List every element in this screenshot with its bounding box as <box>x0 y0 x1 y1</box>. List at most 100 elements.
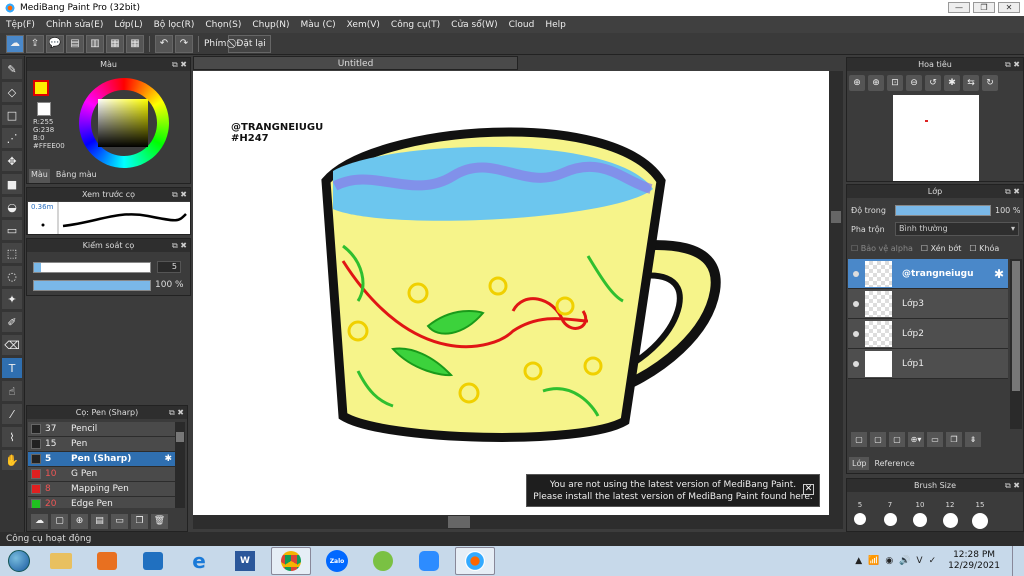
dot-tool-icon[interactable]: ⋰ <box>2 128 22 148</box>
reset-button[interactable]: ⃠Đặt lại <box>228 34 271 53</box>
foreground-color-swatch[interactable] <box>33 80 49 96</box>
menu-snap[interactable]: Chụp(N) <box>252 20 289 30</box>
brush-settings-icon[interactable]: ▤ <box>91 513 108 529</box>
menu-view[interactable]: Xem(V) <box>347 20 380 30</box>
zoom-icon[interactable] <box>409 547 449 575</box>
eyedropper-tool-icon[interactable]: ⌇ <box>2 427 22 447</box>
undo-icon[interactable]: ↶ <box>155 34 173 53</box>
panel-buttons[interactable]: ⧉ ✖ <box>1005 185 1020 198</box>
ime-icon[interactable]: ✓ <box>929 556 937 566</box>
layer-settings-gear-icon[interactable]: ✱ <box>994 267 1004 281</box>
clipping-checkbox[interactable]: ☐ Xén bớt <box>921 244 961 253</box>
media-player-icon[interactable] <box>87 547 127 575</box>
tab-reference[interactable]: Reference <box>871 457 917 470</box>
bucket-tool-icon[interactable]: ◒ <box>2 197 22 217</box>
new-layer-3-icon[interactable]: ▢ <box>889 432 905 447</box>
menu-select[interactable]: Chọn(S) <box>205 20 241 30</box>
explorer-icon[interactable] <box>41 547 81 575</box>
add-layer-menu-icon[interactable]: ⊕▾ <box>908 432 924 447</box>
brush-tool-icon[interactable]: ✎ <box>2 59 22 79</box>
canvas-vertical-scrollbar[interactable] <box>829 71 843 515</box>
brush-size-option[interactable]: 7 <box>881 501 899 529</box>
brush-item[interactable]: 10 G Pen <box>28 467 175 482</box>
fill-rect-tool-icon[interactable]: ■ <box>2 174 22 194</box>
word-icon[interactable]: W <box>225 547 265 575</box>
menu-layer[interactable]: Lớp(L) <box>114 20 142 30</box>
protect-alpha-checkbox[interactable]: ☐ Bảo vệ alpha <box>851 244 913 253</box>
brush-cloud-icon[interactable]: ☁ <box>31 513 48 529</box>
panel-buttons[interactable]: ⧉ ✖ <box>172 58 187 71</box>
network-icon[interactable]: 📶 <box>868 556 879 566</box>
grid-icon[interactable]: ▦ <box>126 34 144 53</box>
fit-icon[interactable]: ⊡ <box>887 75 903 91</box>
menu-color[interactable]: Màu (C) <box>301 20 336 30</box>
rotate-right-icon[interactable]: ↻ <box>982 75 998 91</box>
magic-wand-tool-icon[interactable]: ✦ <box>2 289 22 309</box>
layer-row[interactable]: Lớp2 <box>848 319 1008 349</box>
visibility-icon[interactable] <box>853 360 859 367</box>
notice-close-button[interactable]: ✕ <box>803 484 814 495</box>
zoom-out-icon[interactable]: ⊖ <box>906 75 922 91</box>
chrome-icon[interactable] <box>271 547 311 575</box>
brush-folder-icon[interactable]: ▭ <box>111 513 128 529</box>
page-icon[interactable]: ▥ <box>86 34 104 53</box>
update-notice[interactable]: You are not using the latest version of … <box>526 474 820 507</box>
visibility-icon[interactable] <box>853 300 859 307</box>
brush-size-slider[interactable] <box>33 262 151 273</box>
close-button[interactable]: ✕ <box>998 2 1020 13</box>
zoom-in-2-icon[interactable]: ⊕ <box>868 75 884 91</box>
clock[interactable]: 12:28 PM 12/29/2021 <box>948 550 1000 572</box>
brush-item[interactable]: 8 Mapping Pen <box>28 482 175 497</box>
reset-view-icon[interactable]: ✱ <box>944 75 960 91</box>
gradient-tool-icon[interactable]: ▭ <box>2 220 22 240</box>
tab-untitled[interactable]: Untitled <box>193 56 518 70</box>
brush-size-option[interactable]: 12 <box>941 501 959 529</box>
coccoc-icon[interactable] <box>363 547 403 575</box>
cloud-icon[interactable]: ☁ <box>6 34 24 53</box>
mail-app-icon[interactable] <box>133 547 173 575</box>
layer-duplicate-icon[interactable]: ❐ <box>946 432 962 447</box>
select-tool-icon[interactable]: ⬚ <box>2 243 22 263</box>
layer-merge-icon[interactable]: ⇟ <box>965 432 981 447</box>
menu-cloud[interactable]: Cloud <box>509 20 535 30</box>
lock-checkbox[interactable]: ☐ Khóa <box>969 244 999 253</box>
blend-mode-select[interactable]: Bình thường ▾ <box>895 222 1019 236</box>
rotate-left-icon[interactable]: ↺ <box>925 75 941 91</box>
canvas-page[interactable]: @TRANGNEIUGU #H247 <box>193 71 829 515</box>
divide-tool-icon[interactable]: ⁄ <box>2 404 22 424</box>
tab-palette[interactable]: Bảng màu <box>54 169 99 183</box>
brush-size-option[interactable]: 5 <box>851 501 869 529</box>
internet-explorer-icon[interactable]: e <box>179 547 219 575</box>
panel-buttons[interactable]: ⧉ ✖ <box>172 239 187 252</box>
doc-icon[interactable]: ▤ <box>66 34 84 53</box>
share-icon[interactable]: ⇪ <box>26 34 44 53</box>
minimize-button[interactable]: — <box>948 2 970 13</box>
visibility-icon[interactable] <box>853 330 859 337</box>
brush-list-scrollbar[interactable] <box>175 422 185 508</box>
operation-tool-icon[interactable]: ☝ <box>2 381 22 401</box>
zalo-icon[interactable]: Zalo <box>317 547 357 575</box>
eraser-tool-icon[interactable]: ◇ <box>2 82 22 102</box>
shape-tool-icon[interactable]: □ <box>2 105 22 125</box>
hand-tool-icon[interactable]: ✋ <box>2 450 22 470</box>
layer-opacity-slider[interactable] <box>895 205 991 216</box>
canvas-area[interactable]: @TRANGNEIUGU #H247 <box>193 71 829 515</box>
tab-layer[interactable]: Lớp <box>849 457 870 470</box>
lasso-tool-icon[interactable]: ◌ <box>2 266 22 286</box>
navigator-thumbnail[interactable] <box>893 95 979 181</box>
menu-filter[interactable]: Bộ lọc(R) <box>154 20 195 30</box>
visibility-icon[interactable] <box>853 270 859 277</box>
redo-icon[interactable]: ↷ <box>175 34 193 53</box>
brush-add-icon[interactable]: ⊕ <box>71 513 88 529</box>
background-color-swatch[interactable] <box>37 102 51 116</box>
menu-tools[interactable]: Công cụ(T) <box>391 20 440 30</box>
maximize-button[interactable]: ❐ <box>973 2 995 13</box>
volume-icon[interactable]: 🔊 <box>899 556 910 566</box>
show-desktop-button[interactable] <box>1012 546 1020 576</box>
select-pen-tool-icon[interactable]: ✐ <box>2 312 22 332</box>
brush-settings-gear-icon[interactable]: ✱ <box>164 454 172 464</box>
brush-item[interactable]: 37 Pencil <box>28 422 175 437</box>
new-layer-2-icon[interactable]: ▢ <box>870 432 886 447</box>
zoom-in-icon[interactable]: ⊕ <box>849 75 865 91</box>
layer-folder-icon[interactable]: ▭ <box>927 432 943 447</box>
